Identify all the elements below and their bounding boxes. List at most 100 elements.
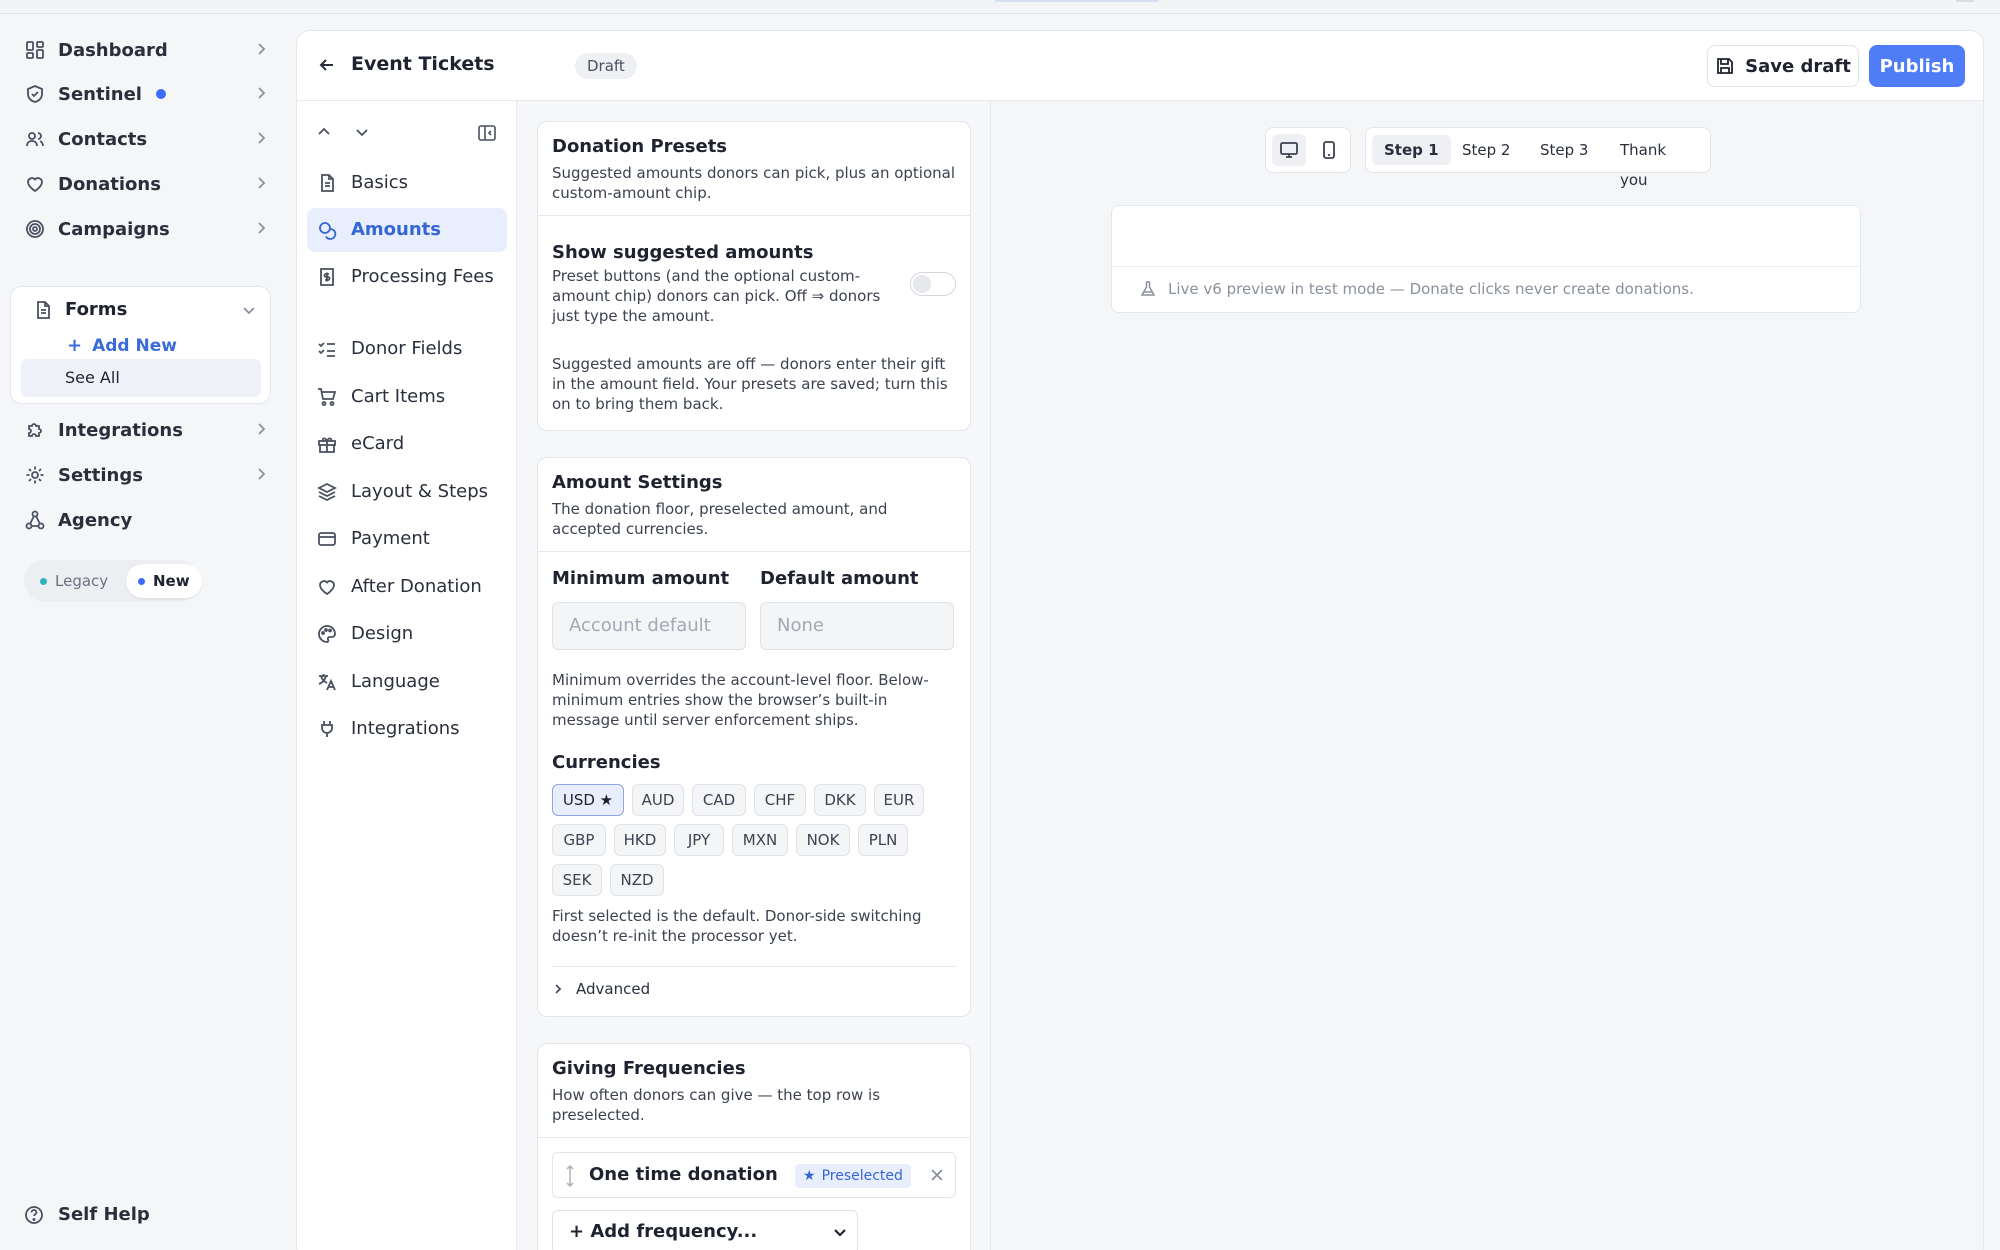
step-tab-thank-you[interactable]: Thank you [1608, 135, 1710, 189]
step-tab-1[interactable]: Step 1 [1372, 135, 1451, 165]
divider [538, 1137, 970, 1138]
minimum-note: Minimum overrides the account-level floo… [552, 671, 929, 729]
users-icon [24, 128, 46, 150]
nav-label: Integrations [351, 718, 460, 739]
translate-icon [317, 672, 337, 692]
nav-amounts[interactable]: Amounts [307, 208, 507, 252]
test-mode-text: Live v6 preview in test mode — Donate cl… [1168, 280, 1694, 298]
sidebar-item-label: Integrations [58, 419, 183, 441]
version-toggle: Legacy New [24, 560, 202, 602]
advanced-toggle[interactable]: Advanced [552, 980, 650, 998]
collapse-panel-icon[interactable] [477, 123, 497, 143]
sidebar-item-sentinel[interactable]: Sentinel [24, 78, 268, 110]
nav-label: Language [351, 671, 440, 692]
currency-chip-aud[interactable]: AUD [632, 784, 684, 816]
sidebar-item-agency[interactable]: Agency [24, 504, 268, 536]
currencies-label: Currencies [552, 752, 661, 773]
nav-donor-fields[interactable]: Donor Fields [307, 327, 507, 371]
close-icon[interactable] [929, 1167, 945, 1183]
self-help-link[interactable]: Self Help [24, 1204, 150, 1225]
sidebar-item-settings[interactable]: Settings [24, 459, 268, 491]
puzzle-icon [24, 419, 46, 441]
flask-icon [1140, 281, 1156, 297]
currency-chip-gbp[interactable]: GBP [552, 824, 606, 856]
currency-chip-pln[interactable]: PLN [858, 824, 908, 856]
chevron-down-icon[interactable] [353, 123, 373, 143]
drag-handle-icon[interactable] [565, 1163, 575, 1189]
gift-icon [317, 434, 337, 454]
nav-cart-items[interactable]: Cart Items [307, 375, 507, 419]
nav-payment[interactable]: Payment [307, 517, 507, 561]
currency-chip-nok[interactable]: NOK [796, 824, 850, 856]
heart-icon [317, 577, 337, 597]
toggle-knob [913, 275, 931, 293]
nav-label: Amounts [351, 219, 441, 240]
currency-chip-usd[interactable]: USD ★ [552, 784, 624, 816]
card-title: Donation Presets [552, 136, 728, 157]
desktop-icon[interactable] [1272, 134, 1306, 166]
add-new-label: Add New [92, 335, 177, 356]
chevron-right-icon [254, 467, 268, 481]
chevron-up-icon[interactable] [315, 123, 335, 143]
minimum-amount-input[interactable]: Account default [552, 602, 746, 650]
card-title: Giving Frequencies [552, 1058, 746, 1079]
nav-language[interactable]: Language [307, 660, 507, 704]
publish-button[interactable]: Publish [1869, 45, 1965, 87]
app-root: Dashboard Sentinel Contacts Donations Ca… [0, 0, 2000, 1250]
sidebar-item-label: Donations [58, 173, 161, 195]
chevron-down-icon[interactable] [242, 303, 256, 317]
new-option[interactable]: New [126, 564, 202, 598]
checklist-icon [317, 339, 337, 359]
target-icon [24, 218, 46, 240]
self-help-label: Self Help [58, 1204, 150, 1225]
add-frequency-select[interactable]: + Add frequency... [552, 1210, 858, 1250]
see-all-forms-link[interactable]: See All [21, 359, 261, 397]
default-amount-input[interactable]: None [760, 602, 954, 650]
preselected-label: Preselected [821, 1168, 903, 1184]
currency-chip-eur[interactable]: EUR [874, 784, 924, 816]
sidebar-item-contacts[interactable]: Contacts [24, 123, 268, 155]
card-description: How often donors can give — the top row … [552, 1086, 881, 1124]
add-new-form-link[interactable]: + Add New [67, 335, 177, 356]
sidebar-item-label: Dashboard [58, 39, 168, 61]
sidebar-item-dashboard[interactable]: Dashboard [24, 34, 268, 66]
frequency-label: One time donation [589, 1164, 778, 1185]
nav-ecard[interactable]: eCard [307, 422, 507, 466]
save-draft-button[interactable]: Save draft [1707, 45, 1859, 87]
currency-chip-nzd[interactable]: NZD [610, 864, 664, 896]
sidebar-item-donations[interactable]: Donations [24, 168, 268, 200]
sidebar-item-campaigns[interactable]: Campaigns [24, 213, 268, 245]
show-suggested-label: Show suggested amounts [552, 242, 814, 263]
legacy-option[interactable]: Legacy [28, 564, 120, 598]
currency-chip-mxn[interactable]: MXN [732, 824, 788, 856]
currency-chip-cad[interactable]: CAD [692, 784, 746, 816]
show-suggested-toggle[interactable] [910, 272, 956, 296]
presets-off-note: Suggested amounts are off — donors enter… [552, 355, 948, 413]
currency-chip-hkd[interactable]: HKD [614, 824, 666, 856]
currency-chip-sek[interactable]: SEK [552, 864, 602, 896]
step-tab-3[interactable]: Step 3 [1528, 135, 1600, 165]
nav-integrations[interactable]: Integrations [307, 707, 507, 751]
network-icon [24, 509, 46, 531]
nav-label: After Donation [351, 576, 482, 597]
back-arrow-icon[interactable] [317, 55, 339, 77]
sidebar-item-label: Forms [65, 299, 128, 320]
nav-after-donation[interactable]: After Donation [307, 565, 507, 609]
currency-chip-dkk[interactable]: DKK [814, 784, 866, 816]
nav-basics[interactable]: Basics [307, 161, 507, 205]
sidebar-item-forms[interactable]: Forms [33, 299, 127, 320]
step-tab-2[interactable]: Step 2 [1450, 135, 1522, 165]
plug-icon [317, 719, 337, 739]
currency-chip-jpy[interactable]: JPY [674, 824, 724, 856]
currency-chip-chf[interactable]: CHF [754, 784, 806, 816]
chevron-down-icon [833, 1225, 847, 1239]
nav-design[interactable]: Design [307, 612, 507, 656]
step-switcher: Step 1 Step 2 Step 3 Thank you [1365, 127, 1711, 189]
nav-processing-fees[interactable]: Processing Fees [307, 255, 507, 299]
mobile-icon[interactable] [1312, 134, 1346, 166]
nav-layout-steps[interactable]: Layout & Steps [307, 470, 507, 514]
card-description: The donation floor, preselected amount, … [552, 500, 888, 538]
card-description: Suggested amounts donors can pick, plus … [552, 164, 956, 202]
sidebar-item-integrations[interactable]: Integrations [24, 414, 268, 446]
show-suggested-description: Preset buttons (and the optional custom-… [552, 267, 881, 325]
